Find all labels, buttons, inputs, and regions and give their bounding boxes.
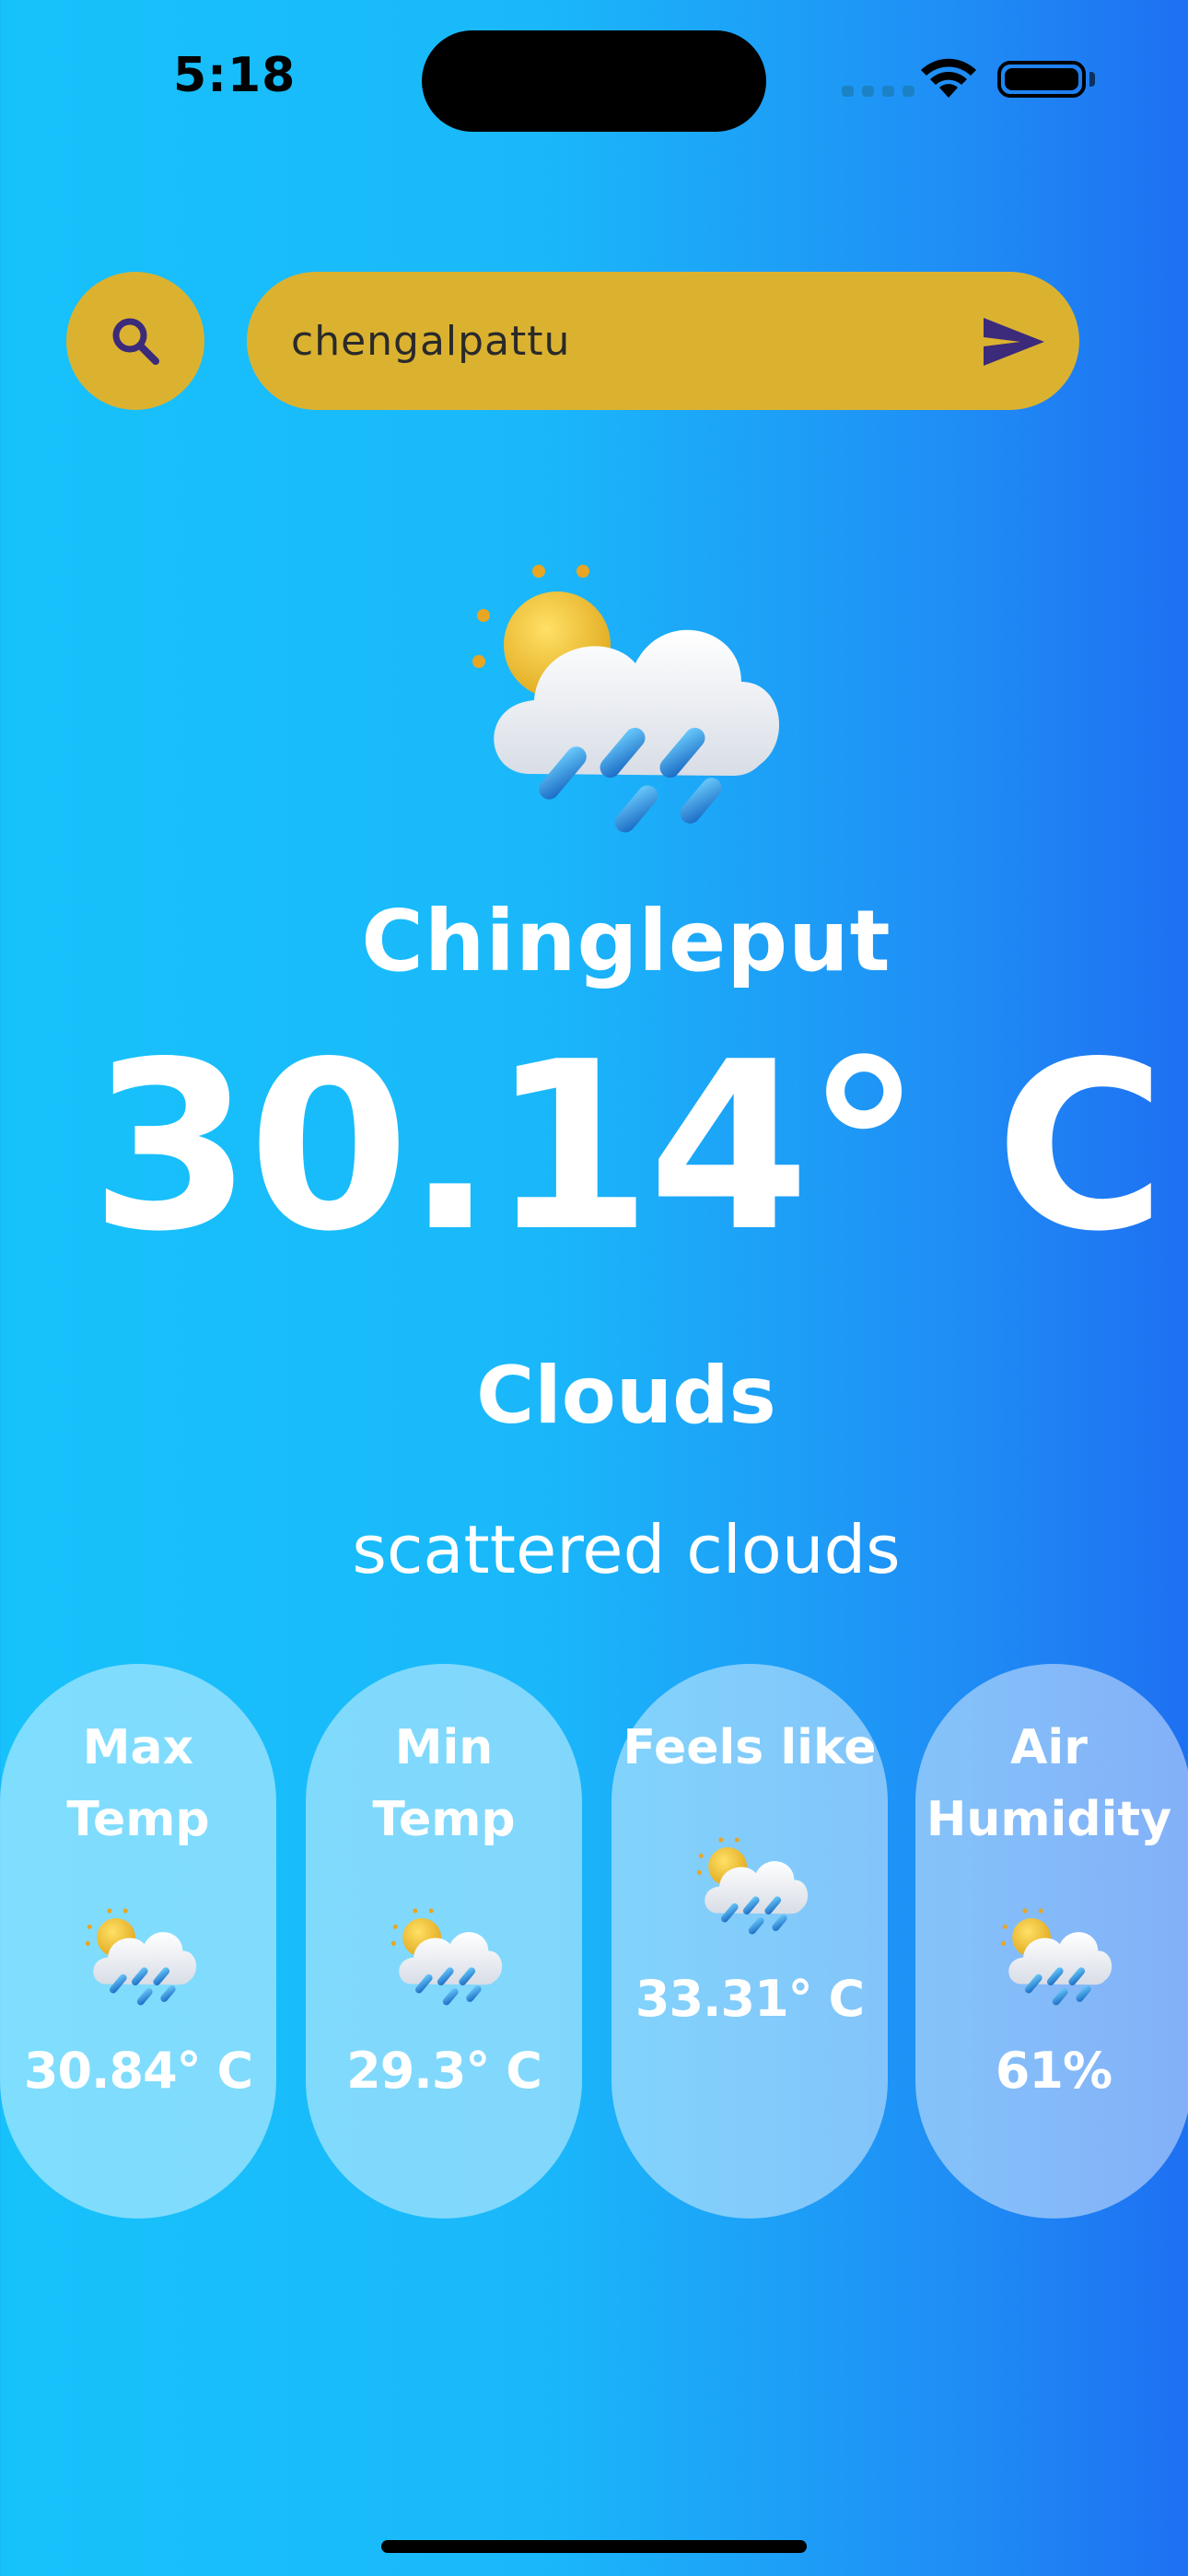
feels-like-card: Feels like 33.31° C	[611, 1664, 888, 2219]
search-bar	[247, 272, 1079, 410]
card-label: Max Temp	[66, 1720, 210, 1847]
search-icon	[112, 318, 159, 365]
card-value: 61%	[995, 2042, 1112, 2100]
send-icon[interactable]	[982, 316, 1046, 368]
cloud-sun-rain-icon	[83, 1899, 203, 2009]
cloud-sun-rain-icon	[389, 1899, 508, 2009]
search-button[interactable]	[66, 272, 204, 410]
current-temperature: 30.14° C	[90, 1013, 1166, 1282]
dynamic-island	[422, 30, 766, 132]
weather-condition: Clouds	[476, 1350, 776, 1442]
cloud-sun-rain-icon	[465, 544, 797, 838]
card-label: Min Temp	[372, 1720, 516, 1847]
city-name: Chingleput	[361, 892, 891, 990]
battery-cap	[1089, 72, 1095, 87]
min-temp-card: Min Temp 29.3° C	[306, 1664, 582, 2219]
cloud-sun-rain-icon	[998, 1899, 1118, 2009]
status-time: 5:18	[173, 48, 297, 103]
card-label: Feels like	[623, 1720, 877, 1775]
cellular-signal-icon	[842, 86, 914, 97]
weather-description: scattered clouds	[352, 1511, 901, 1588]
battery-icon	[997, 61, 1086, 98]
card-value: 29.3° C	[346, 2042, 542, 2100]
card-value: 30.84° C	[23, 2042, 253, 2100]
air-humidity-card: Air Humidity 61%	[915, 1664, 1188, 2219]
card-value: 33.31° C	[635, 1970, 865, 2028]
wifi-icon	[921, 58, 976, 98]
home-indicator[interactable]	[381, 2540, 807, 2553]
search-input[interactable]	[291, 272, 954, 410]
cloud-sun-rain-icon	[694, 1828, 814, 1938]
max-temp-card: Max Temp 30.84° C	[0, 1664, 276, 2219]
status-bar: 5:18	[0, 0, 1188, 166]
card-label: Air Humidity	[926, 1720, 1172, 1847]
